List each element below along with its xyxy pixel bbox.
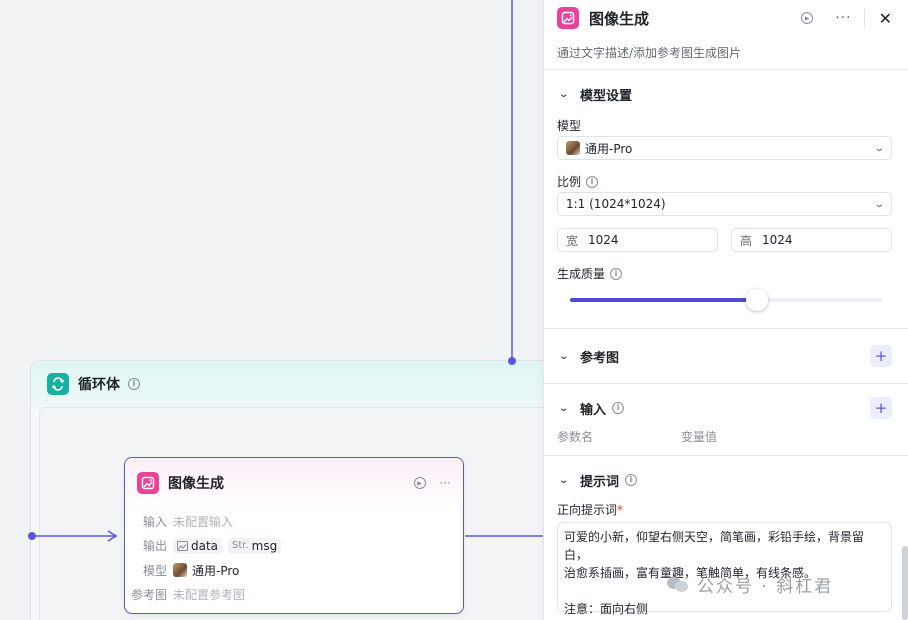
model-avatar <box>566 141 580 155</box>
chevron-down-icon[interactable]: ⌄ <box>558 89 574 100</box>
wechat-icon <box>667 576 689 594</box>
node-header: 图像生成 ▶ ··· <box>125 458 463 508</box>
section-title: 参考图 <box>580 350 620 366</box>
quality-label: 生成质量 <box>557 267 606 281</box>
node-title: 图像生成 <box>168 476 224 492</box>
ratio-field-label: 比例 i <box>557 173 599 190</box>
watermark: 公众号 · 斜杠君 <box>667 572 833 597</box>
ratio-label: 比例 <box>557 175 582 189</box>
chevron-down-icon: ⌄ <box>872 142 885 154</box>
divider <box>863 9 865 27</box>
width-key: 宽 <box>566 233 579 248</box>
add-reference-button[interactable]: + <box>870 345 892 367</box>
node-model-row: 模型 通用-Pro <box>125 558 463 583</box>
info-icon[interactable]: i <box>586 175 599 188</box>
output-name-msg: msg <box>251 538 278 553</box>
width-value: 1024 <box>588 233 619 247</box>
chevron-down-icon[interactable]: ⌄ <box>558 403 574 414</box>
panel-scrollbar[interactable] <box>902 546 908 620</box>
section-model-settings: ⌄ 模型设置 模型 通用-Pro ⌄ 比例 i 1:1 (1024*1024) … <box>544 70 908 329</box>
model-value: 通用-Pro <box>192 563 240 578</box>
model-field-label: 模型 <box>557 117 581 134</box>
positive-prompt-label: 正向提示词 * <box>557 501 623 518</box>
output-label: 输出 <box>142 539 167 554</box>
prompt-line: 可爱的小新，仰望右侧天空，简笔画，彩铅手绘，背景留白， <box>564 530 865 562</box>
section-header[interactable]: ⌄ 提示词 i <box>544 468 908 492</box>
section-title: 模型设置 <box>580 88 633 104</box>
width-input[interactable]: 宽 1024 <box>557 228 718 252</box>
image-generation-node[interactable]: 图像生成 ▶ ··· 输入 未配置输入 输出 data Str. msg 模型 … <box>124 457 464 614</box>
ref-label: 参考图 <box>130 588 167 603</box>
close-icon[interactable]: ✕ <box>879 9 892 28</box>
param-name-header: 参数名 <box>557 430 594 444</box>
output-name-data: data <box>191 538 219 553</box>
more-icon[interactable]: ··· <box>835 10 851 26</box>
run-icon[interactable]: ▶ <box>413 477 426 489</box>
section-reference-image: ⌄ 参考图 + <box>544 329 908 384</box>
required-mark: * <box>617 502 624 517</box>
input-value: 未配置输入 <box>173 514 234 529</box>
input-label: 输入 <box>142 514 167 529</box>
string-type-prefix: Str. <box>232 540 249 552</box>
node-input-row: 输入 未配置输入 <box>125 509 463 534</box>
node-settings-panel: 图像生成 ▶ ··· ✕ 通过文字描述/添加参考图生成图片 ⌄ 模型设置 模型 … <box>543 0 908 620</box>
model-label: 模型 <box>142 563 167 578</box>
model-select-value: 通用-Pro <box>585 141 633 156</box>
node-ref-row: 参考图 未配置参考图 <box>125 583 463 608</box>
section-header[interactable]: ⌄ 输入 i + <box>544 396 908 420</box>
section-header[interactable]: ⌄ 模型设置 <box>544 82 908 106</box>
panel-header: 图像生成 ▶ ··· ✕ 通过文字描述/添加参考图生成图片 <box>544 0 908 70</box>
run-icon[interactable]: ▶ <box>801 12 814 24</box>
positive-prompt-textarea[interactable]: 可爱的小新，仰望右侧天空，简笔画，彩铅手绘，背景留白， 治愈系插画，富有童趣，笔… <box>557 522 892 616</box>
watermark-text: 公众号 · 斜杠君 <box>697 577 834 597</box>
loop-header: 循环体 i <box>31 361 589 407</box>
quality-field-label: 生成质量 i <box>557 265 623 282</box>
quality-slider[interactable] <box>570 289 882 311</box>
output-tag: Str. msg <box>228 537 282 554</box>
node-output-row: 输出 data Str. msg <box>125 534 463 559</box>
info-icon[interactable]: i <box>612 402 625 414</box>
output-tag: data <box>173 537 223 554</box>
loop-icon <box>47 373 69 395</box>
quality-slider-fill <box>570 298 758 302</box>
add-input-button[interactable]: + <box>870 397 892 419</box>
model-select[interactable]: 通用-Pro ⌄ <box>557 136 892 160</box>
section-header[interactable]: ⌄ 参考图 + <box>544 344 908 368</box>
info-icon[interactable]: i <box>625 474 638 486</box>
height-key: 高 <box>740 233 753 248</box>
info-icon[interactable]: i <box>128 378 140 390</box>
positive-prompt-label-text: 正向提示词 <box>557 503 618 517</box>
chevron-down-icon[interactable]: ⌄ <box>558 351 574 362</box>
ratio-select-value: 1:1 (1024*1024) <box>566 197 666 211</box>
chevron-down-icon: ⌄ <box>872 198 885 210</box>
ratio-select[interactable]: 1:1 (1024*1024) ⌄ <box>557 192 892 216</box>
section-input: ⌄ 输入 i + 参数名 变量值 <box>544 384 908 456</box>
image-icon <box>177 540 188 551</box>
panel-description: 通过文字描述/添加参考图生成图片 <box>557 46 742 60</box>
model-avatar <box>173 563 187 578</box>
height-input[interactable]: 高 1024 <box>731 228 892 252</box>
prompt-line: 注意：面向右侧 <box>564 602 649 616</box>
quality-slider-handle[interactable] <box>746 289 769 311</box>
info-icon[interactable]: i <box>610 267 623 280</box>
var-value-header: 变量值 <box>681 430 718 444</box>
section-title: 输入 <box>580 402 607 418</box>
model-label: 模型 <box>557 119 582 133</box>
panel-title: 图像生成 <box>589 9 650 28</box>
loop-title: 循环体 <box>78 377 120 393</box>
image-generation-icon <box>137 472 159 494</box>
image-generation-icon <box>557 7 579 29</box>
height-value: 1024 <box>762 233 793 247</box>
section-title: 提示词 <box>580 474 620 490</box>
ref-value: 未配置参考图 <box>173 588 246 603</box>
chevron-down-icon[interactable]: ⌄ <box>558 475 574 486</box>
more-icon[interactable]: ··· <box>440 476 451 490</box>
